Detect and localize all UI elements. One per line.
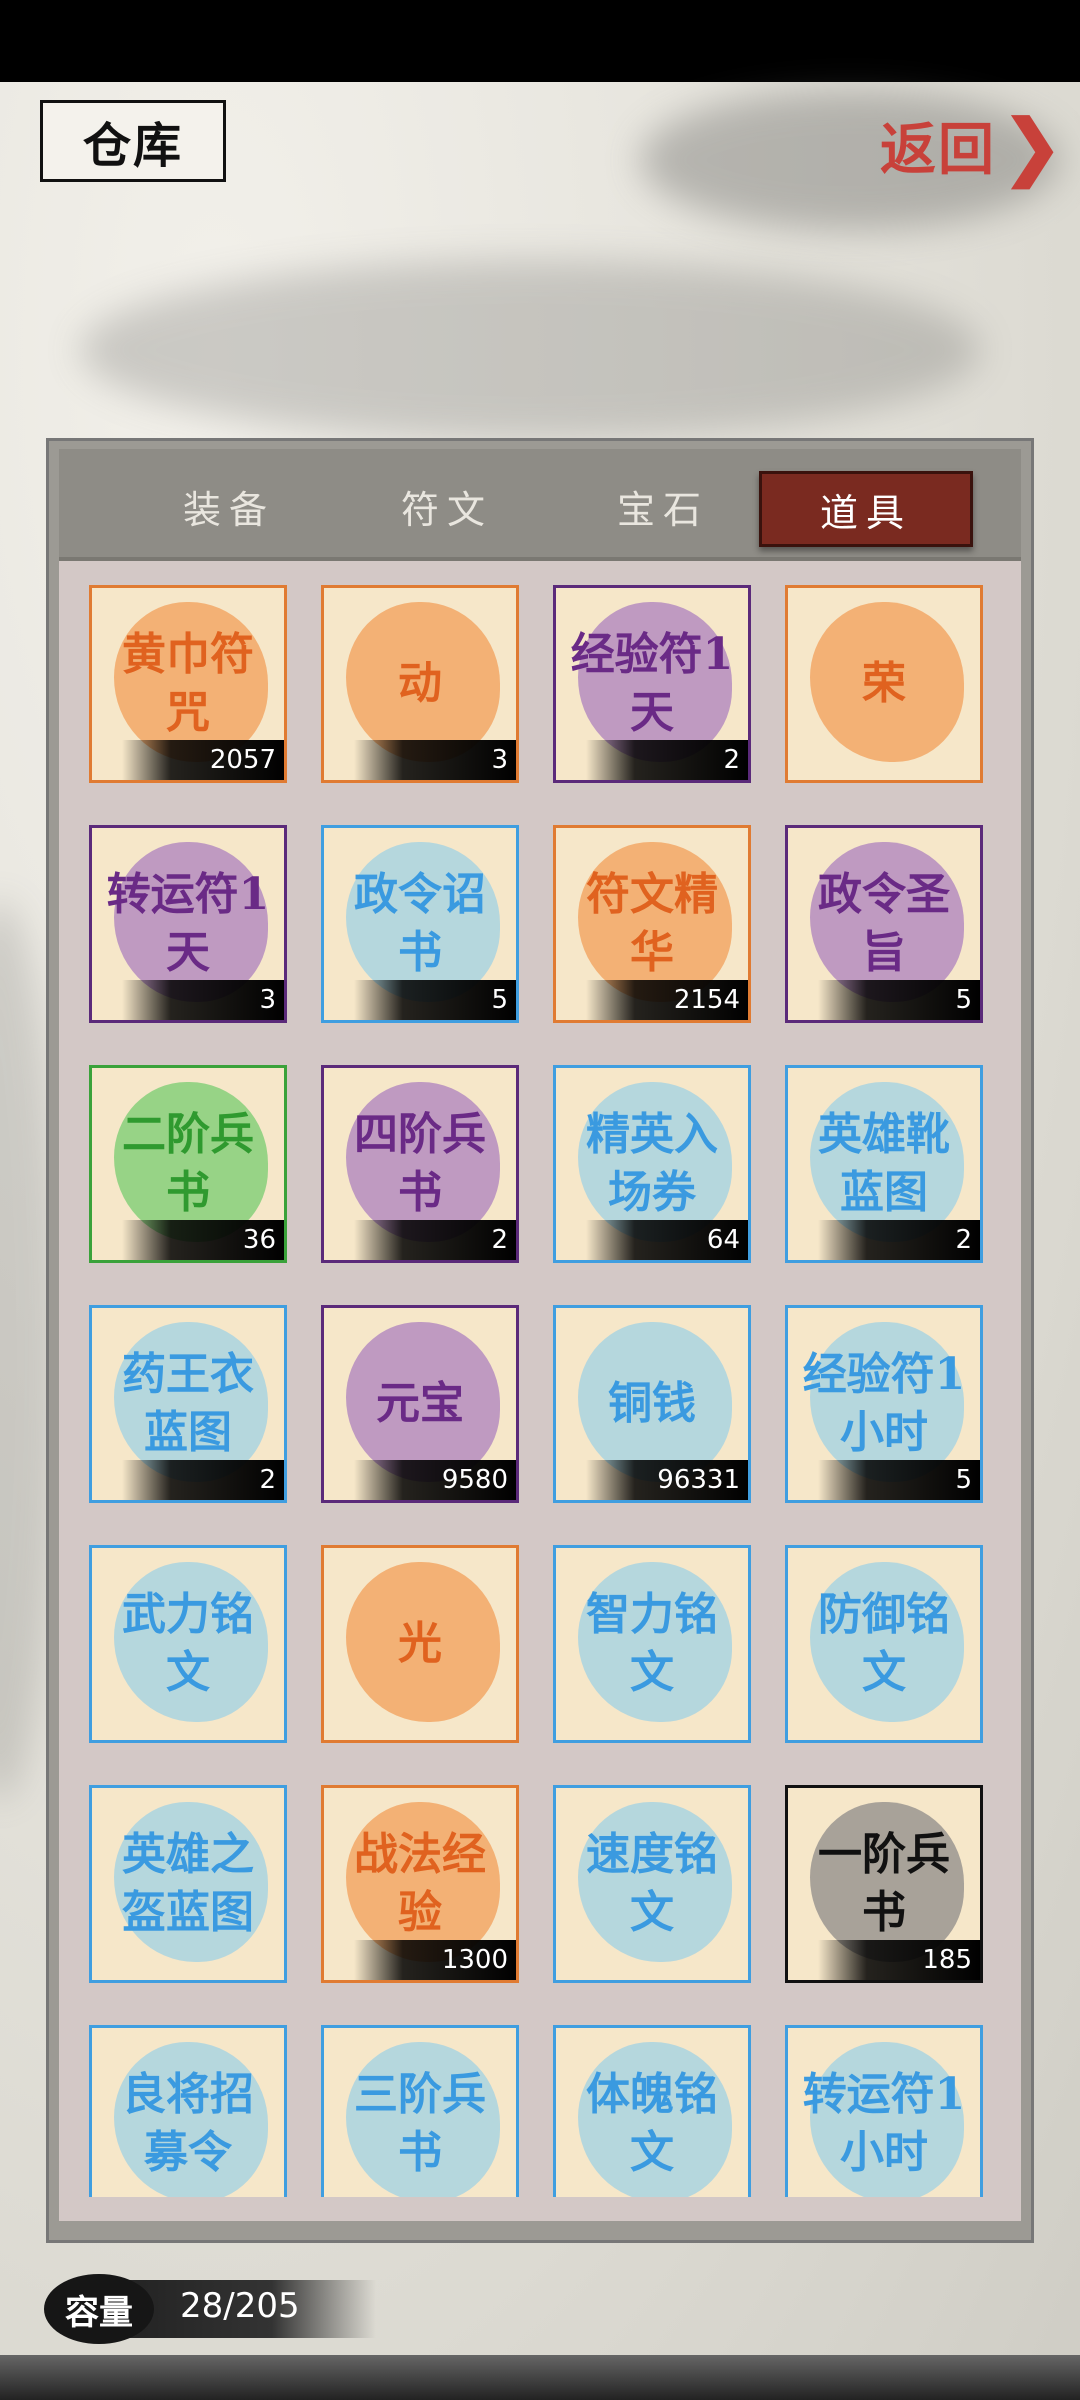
tab-bar: 装备 符文 宝石 道具 xyxy=(59,449,1021,561)
item-slot[interactable]: 转运符1小时 xyxy=(785,2025,983,2197)
item-name: 速度铭文 xyxy=(586,1829,718,1938)
item-quantity: 3 xyxy=(354,740,516,780)
item-quantity: 5 xyxy=(354,980,516,1020)
item-quantity: 1300 xyxy=(354,1940,516,1980)
item-slot[interactable]: 智力铭文 xyxy=(553,1545,751,1743)
item-slot[interactable]: 经验符1天 2 xyxy=(553,585,751,783)
item-name: 良将招募令 xyxy=(122,2069,254,2178)
item-slot[interactable]: 武力铭文 xyxy=(89,1545,287,1743)
item-slot[interactable]: 速度铭文 xyxy=(553,1785,751,1983)
item-slot[interactable]: 转运符1天 3 xyxy=(89,825,287,1023)
item-slot[interactable]: 二阶兵书 36 xyxy=(89,1065,287,1263)
item-quantity: 2 xyxy=(586,740,748,780)
item-quantity: 185 xyxy=(818,1940,980,1980)
item-slot[interactable]: 防御铭文 xyxy=(785,1545,983,1743)
item-name: 防御铭文 xyxy=(818,1589,950,1698)
item-slot[interactable]: 英雄靴蓝图 2 xyxy=(785,1065,983,1263)
tab-equipment[interactable]: 装备 xyxy=(149,471,309,541)
item-name: 智力铭文 xyxy=(586,1589,718,1698)
item-slot[interactable]: 体魄铭文 xyxy=(553,2025,751,2197)
capacity-label: 容量 xyxy=(44,2274,154,2344)
item-name: 英雄之盔蓝图 xyxy=(122,1829,254,1938)
capacity-indicator: 容量 28/205 xyxy=(30,2262,376,2354)
item-quantity: 2057 xyxy=(122,740,284,780)
tab-items[interactable]: 道具 xyxy=(759,471,973,547)
status-bar xyxy=(0,0,1080,82)
item-slot[interactable]: 精英入场券 64 xyxy=(553,1065,751,1263)
item-quantity: 3 xyxy=(122,980,284,1020)
ink-decoration xyxy=(80,260,980,440)
item-quantity: 36 xyxy=(122,1220,284,1260)
item-quantity: 2 xyxy=(122,1460,284,1500)
item-quantity: 96331 xyxy=(586,1460,748,1500)
back-button[interactable]: 返回 ❯ xyxy=(880,100,1070,190)
item-name: 三阶兵书 xyxy=(354,2069,486,2178)
item-slot[interactable]: 三阶兵书 xyxy=(321,2025,519,2197)
item-slot[interactable]: 动3 xyxy=(321,585,519,783)
item-quantity: 9580 xyxy=(354,1460,516,1500)
item-slot[interactable]: 战法经验 1300 xyxy=(321,1785,519,1983)
item-slot[interactable]: 经验符1小时 5 xyxy=(785,1305,983,1503)
item-name: 转运符1小时 xyxy=(802,2069,966,2178)
back-button-label: 返回 xyxy=(880,116,996,183)
item-slot[interactable]: 元宝 9580 xyxy=(321,1305,519,1503)
item-slot[interactable]: 药王衣蓝图 2 xyxy=(89,1305,287,1503)
item-slot[interactable]: 荣 xyxy=(785,585,983,783)
item-slot[interactable]: 黄巾符咒 2057 xyxy=(89,585,287,783)
item-slot[interactable]: 四阶兵书 2 xyxy=(321,1065,519,1263)
item-quantity: 64 xyxy=(586,1220,748,1260)
bottom-decoration xyxy=(0,2355,1080,2400)
item-name: 武力铭文 xyxy=(122,1589,254,1698)
item-name: 荣 xyxy=(862,658,906,709)
item-quantity: 2154 xyxy=(586,980,748,1020)
item-quantity: 2 xyxy=(354,1220,516,1260)
item-quantity: 2 xyxy=(818,1220,980,1260)
item-name: 光 xyxy=(398,1618,442,1669)
item-slot[interactable]: 政令圣旨 5 xyxy=(785,825,983,1023)
item-slot[interactable]: 一阶兵书 185 xyxy=(785,1785,983,1983)
page-title: 仓库 xyxy=(40,100,226,182)
item-quantity: 5 xyxy=(818,980,980,1020)
tab-gems[interactable]: 宝石 xyxy=(583,471,743,541)
capacity-value: 28/205 xyxy=(180,2286,300,2326)
warehouse-screen: 仓库 返回 ❯ 装备 符文 宝石 道具 黄巾符咒 2057 动 3 经验符1天 2 荣转运符… xyxy=(0,0,1080,2400)
item-slot[interactable]: 铜钱 96331 xyxy=(553,1305,751,1503)
item-slot[interactable]: 政令诏书 5 xyxy=(321,825,519,1023)
item-grid: 黄巾符咒 2057 动 3 经验符1天 2 荣转运符1天 3 政令诏书 5 符文精华 2154 政令圣旨… xyxy=(89,585,989,2197)
inventory-panel: 装备 符文 宝石 道具 黄巾符咒 2057 动 3 经验符1天 2 荣转运符1天 3 政令诏书 5… xyxy=(46,438,1034,2243)
item-slot[interactable]: 符文精华 2154 xyxy=(553,825,751,1023)
item-quantity: 5 xyxy=(818,1460,980,1500)
item-slot[interactable]: 英雄之盔蓝图 xyxy=(89,1785,287,1983)
item-slot[interactable]: 良将招募令 xyxy=(89,2025,287,2197)
chevron-right-icon: ❯ xyxy=(1002,102,1065,188)
item-slot[interactable]: 光 xyxy=(321,1545,519,1743)
item-name: 体魄铭文 xyxy=(586,2069,718,2178)
tab-runes[interactable]: 符文 xyxy=(367,471,527,541)
